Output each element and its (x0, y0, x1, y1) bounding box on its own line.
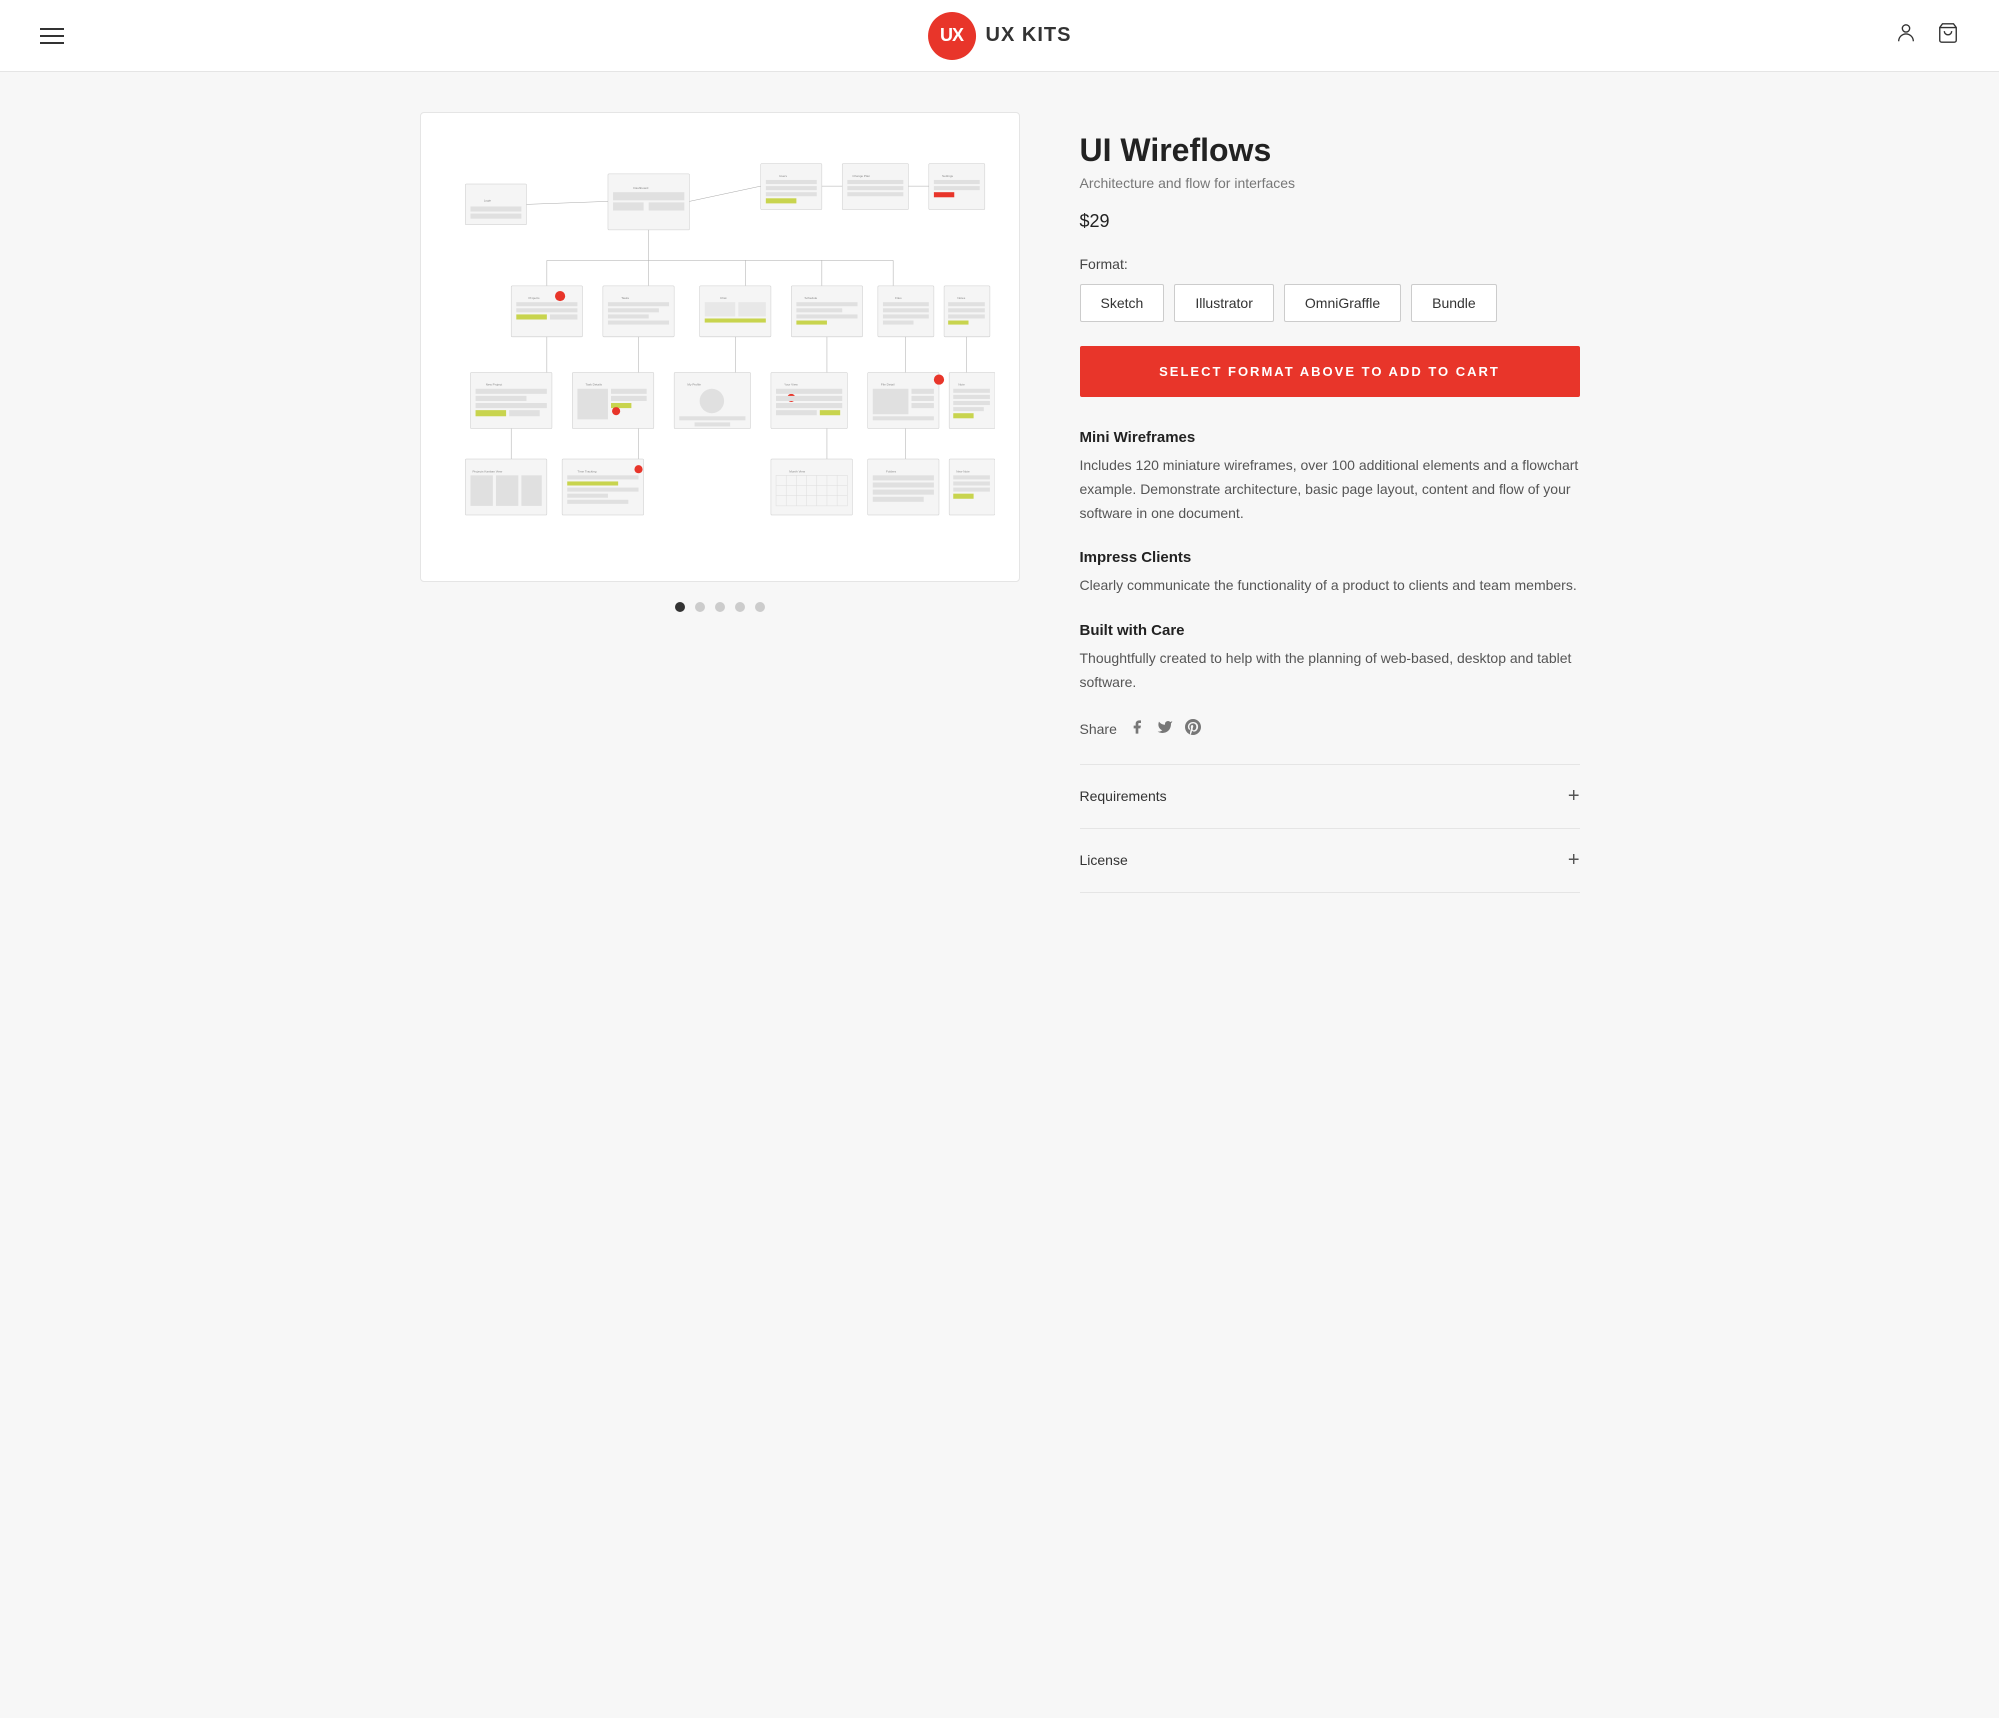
format-illustrator[interactable]: Illustrator (1174, 284, 1274, 322)
cart-icon[interactable] (1937, 22, 1959, 50)
twitter-icon[interactable] (1157, 719, 1173, 740)
svg-text:My Profile: My Profile (687, 383, 701, 387)
dot-4[interactable] (735, 602, 745, 612)
share-row: Share (1080, 719, 1580, 740)
product-gallery: Login Dashboard Users Change Plan (420, 112, 1020, 612)
feature-title-3: Built with Care (1080, 622, 1580, 639)
accordion-license-icon: + (1568, 849, 1580, 872)
facebook-icon[interactable] (1129, 719, 1145, 740)
svg-text:Change Plan: Change Plan (852, 174, 870, 178)
wireframe-svg: Login Dashboard Users Change Plan (445, 137, 995, 557)
accordion-requirements-title: Requirements (1080, 788, 1167, 804)
share-label: Share (1080, 721, 1117, 737)
site-logo[interactable]: UX UX KITS (928, 12, 1072, 60)
image-dots (420, 602, 1020, 612)
main-content: Login Dashboard Users Change Plan (400, 72, 1600, 933)
svg-text:Users: Users (779, 174, 787, 178)
site-header: UX UX KITS (0, 0, 1999, 72)
product-title: UI Wireflows (1080, 132, 1580, 169)
feature-built-with-care: Built with Care Thoughtfully created to … (1080, 622, 1580, 695)
account-icon[interactable] (1895, 22, 1917, 50)
svg-text:File Detail: File Detail (880, 383, 894, 387)
format-sketch[interactable]: Sketch (1080, 284, 1165, 322)
svg-text:Schedule: Schedule (804, 296, 817, 300)
feature-desc-3: Thoughtfully created to help with the pl… (1080, 647, 1580, 695)
hamburger-menu[interactable] (40, 28, 64, 44)
accordion-requirements-header[interactable]: Requirements + (1080, 785, 1580, 808)
feature-impress-clients: Impress Clients Clearly communicate the … (1080, 549, 1580, 598)
feature-title-2: Impress Clients (1080, 549, 1580, 566)
feature-desc-1: Includes 120 miniature wireframes, over … (1080, 454, 1580, 525)
svg-text:New Project: New Project (485, 383, 502, 387)
menu-line-1 (40, 28, 64, 30)
accordion-license-title: License (1080, 852, 1128, 868)
format-omnigraffle[interactable]: OmniGraffle (1284, 284, 1401, 322)
svg-text:Your View: Your View (784, 383, 798, 387)
product-info: UI Wireflows Architecture and flow for i… (1080, 112, 1580, 893)
product-subtitle: Architecture and flow for interfaces (1080, 175, 1580, 191)
dot-3[interactable] (715, 602, 725, 612)
feature-mini-wireframes: Mini Wireframes Includes 120 miniature w… (1080, 429, 1580, 525)
format-bundle[interactable]: Bundle (1411, 284, 1497, 322)
product-image: Login Dashboard Users Change Plan (420, 112, 1020, 582)
svg-text:Task Details: Task Details (585, 383, 602, 387)
feature-desc-2: Clearly communicate the functionality of… (1080, 574, 1580, 598)
svg-text:Time Tracking: Time Tracking (577, 469, 596, 473)
menu-line-3 (40, 42, 64, 44)
svg-text:Login: Login (483, 198, 491, 202)
svg-text:Month View: Month View (789, 469, 806, 473)
header-actions (1895, 22, 1959, 50)
add-to-cart-button[interactable]: SELECT FORMAT ABOVE TO ADD TO CART (1080, 346, 1580, 397)
dot-2[interactable] (695, 602, 705, 612)
svg-text:Dashboard: Dashboard (633, 186, 648, 190)
accordion-requirements: Requirements + (1080, 764, 1580, 828)
svg-text:New Note: New Note (956, 469, 970, 473)
svg-text:Folders: Folders (886, 469, 897, 473)
svg-text:Files: Files (895, 296, 902, 300)
dot-1[interactable] (675, 602, 685, 612)
svg-text:Note: Note (958, 383, 965, 387)
logo-text: UX KITS (986, 24, 1072, 47)
pinterest-icon[interactable] (1185, 719, 1201, 740)
format-options: Sketch Illustrator OmniGraffle Bundle (1080, 284, 1580, 322)
svg-text:Projects: Projects (528, 296, 539, 300)
svg-text:Tasks: Tasks (621, 296, 629, 300)
dot-5[interactable] (755, 602, 765, 612)
accordion-requirements-icon: + (1568, 785, 1580, 808)
accordion-license: License + (1080, 828, 1580, 893)
menu-line-2 (40, 35, 64, 37)
svg-text:Chat: Chat (720, 296, 727, 300)
product-price: $29 (1080, 211, 1580, 232)
svg-text:Projects Kanban View: Projects Kanban View (472, 469, 503, 473)
logo-icon: UX (928, 12, 976, 60)
svg-text:Settings: Settings (942, 174, 953, 178)
svg-text:Notes: Notes (957, 296, 965, 300)
feature-title-1: Mini Wireframes (1080, 429, 1580, 446)
accordion-license-header[interactable]: License + (1080, 849, 1580, 872)
format-label: Format: (1080, 256, 1580, 272)
